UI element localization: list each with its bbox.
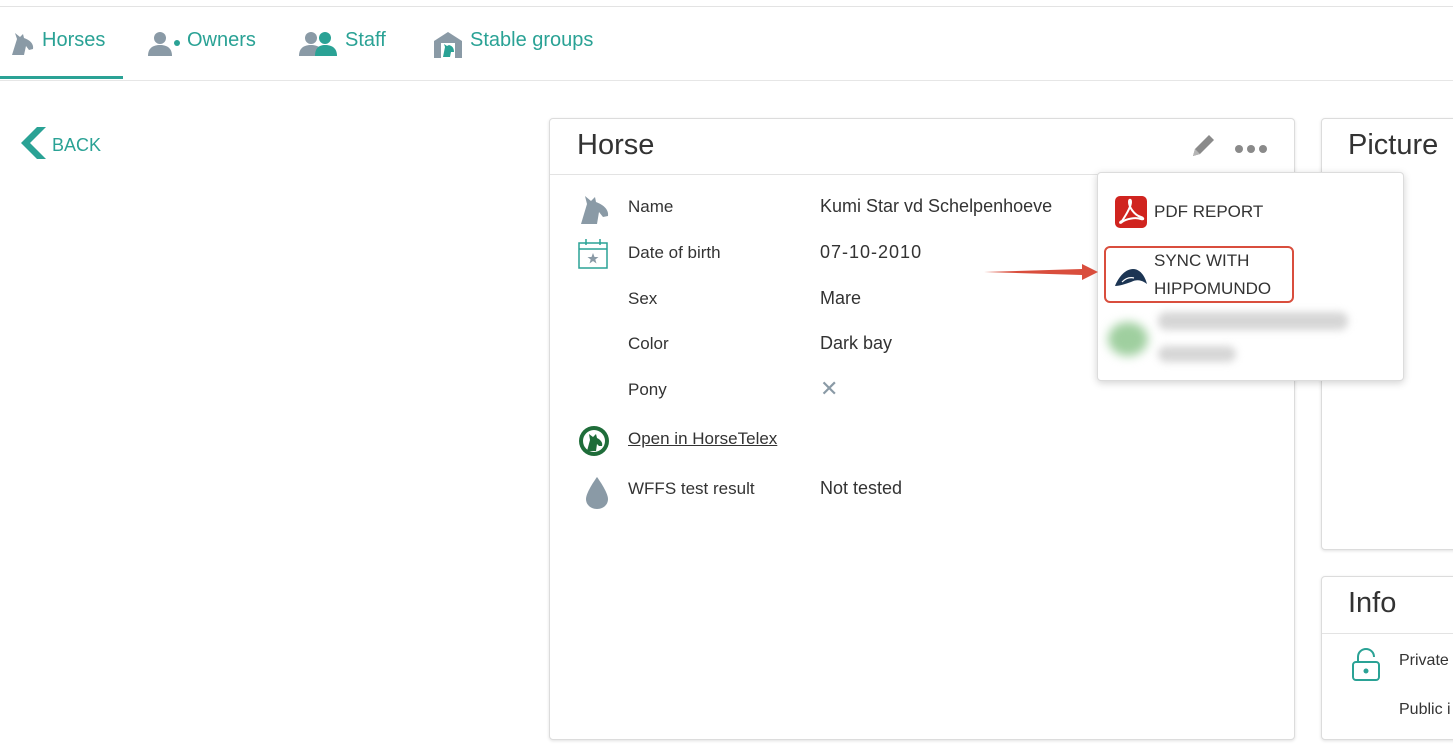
tab-label: Owners xyxy=(187,29,256,51)
field-label: Color xyxy=(628,334,669,353)
tab-label: Stable groups xyxy=(470,29,594,51)
card-header-divider xyxy=(1322,633,1453,634)
field-label: Sex xyxy=(628,289,658,308)
tab-label: Staff xyxy=(345,29,386,51)
drop-icon xyxy=(584,475,610,516)
lock-open-icon xyxy=(1350,647,1382,688)
horsetelex-row: Open in HorseTelex xyxy=(550,425,1250,456)
tab-horses[interactable]: Horses xyxy=(8,29,105,69)
main-tabs: Horses Owners Staff Stable groups xyxy=(0,7,1453,81)
field-label: WFFS test result xyxy=(628,479,755,498)
tab-stable-groups[interactable]: Stable groups xyxy=(432,29,593,69)
chevron-left-icon xyxy=(20,126,48,165)
calendar-icon xyxy=(576,237,610,276)
pencil-edit-icon[interactable] xyxy=(1190,131,1218,164)
field-wffs: WFFS test result Not tested xyxy=(550,475,1250,509)
horsetelex-logo-icon xyxy=(578,425,610,462)
horse-card-title: Horse xyxy=(577,129,655,161)
field-label: Date of birth xyxy=(628,243,721,262)
info-card: Info Private Public i xyxy=(1321,576,1453,740)
active-tab-indicator xyxy=(0,76,123,79)
field-value: Mare xyxy=(820,288,862,308)
field-value: Kumi Star vd Schelpenhoeve xyxy=(820,196,1053,216)
field-value: Dark bay xyxy=(820,333,893,353)
horse-head-icon xyxy=(576,191,612,232)
back-label: BACK xyxy=(52,135,102,155)
picture-card-title: Picture xyxy=(1348,129,1439,161)
blurred-menu-item xyxy=(1158,346,1236,362)
tab-owners[interactable]: Owners xyxy=(147,29,256,69)
back-button[interactable]: BACK xyxy=(20,126,101,165)
annotation-arrow xyxy=(984,264,1098,280)
info-card-title: Info xyxy=(1348,587,1397,619)
highlight-box xyxy=(1104,246,1294,303)
private-label: Private xyxy=(1399,652,1449,669)
public-label: Public i xyxy=(1399,701,1451,718)
tab-label: Horses xyxy=(42,29,106,51)
field-label: Name xyxy=(628,197,674,216)
staff-users-icon xyxy=(297,29,339,63)
field-value: 07-10-2010 xyxy=(820,242,923,262)
pdf-report-menu-item[interactable]: PDF REPORT xyxy=(1098,195,1403,231)
blurred-menu-item xyxy=(1158,312,1348,330)
blurred-icon xyxy=(1108,322,1148,356)
pdf-icon xyxy=(1114,195,1148,234)
open-in-horsetelex-link[interactable]: Open in HorseTelex xyxy=(628,429,777,449)
owner-user-icon xyxy=(147,29,181,63)
menu-item-label: PDF REPORT xyxy=(1154,202,1264,221)
field-value: Not tested xyxy=(820,478,903,498)
stable-barn-icon xyxy=(432,29,464,65)
field-label: Pony xyxy=(628,380,667,399)
tab-staff[interactable]: Staff xyxy=(297,29,386,69)
cross-icon: ✕ xyxy=(820,376,839,401)
horse-head-icon xyxy=(8,29,36,63)
more-options-icon[interactable] xyxy=(1234,135,1270,168)
